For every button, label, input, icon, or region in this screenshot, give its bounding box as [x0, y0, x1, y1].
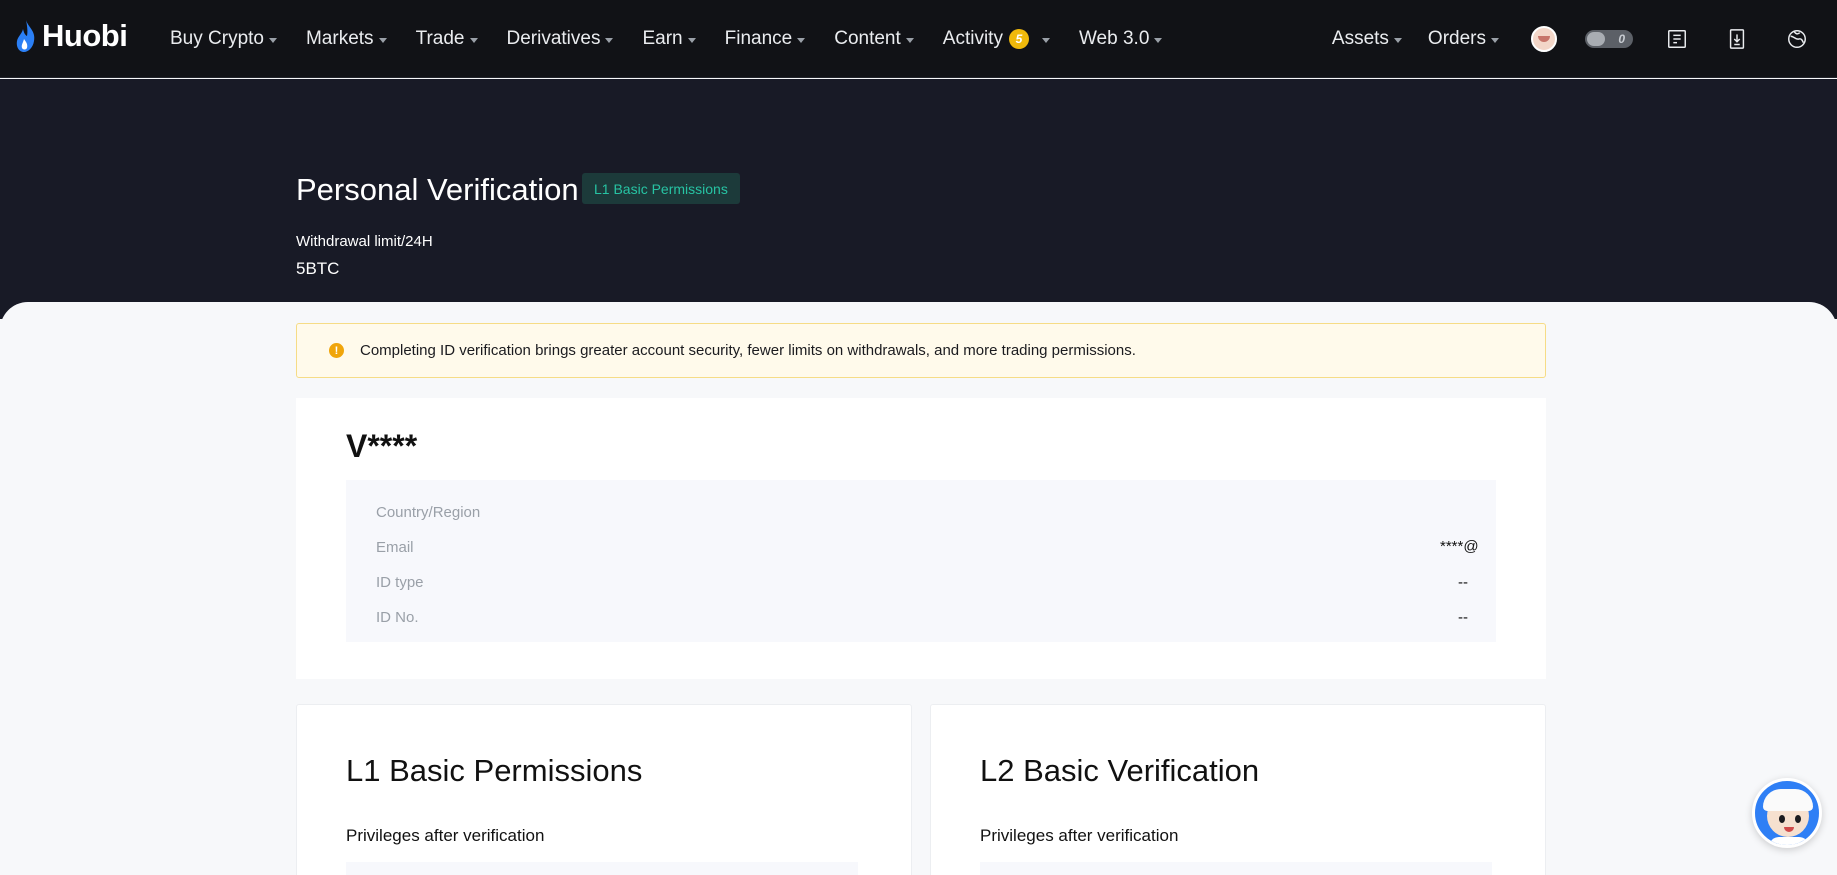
menu-earn[interactable]: Earn [642, 28, 696, 50]
caret-down-icon [1491, 37, 1499, 43]
logo-text: Huobi [42, 18, 128, 53]
download-icon[interactable] [1725, 27, 1749, 51]
identity-info-panel: Country/Region Email ****@ ID type -- ID… [346, 480, 1496, 642]
customer-support-avatar-icon[interactable] [1752, 778, 1822, 848]
menu-activity[interactable]: Activity 5 [943, 28, 1050, 50]
toggle-value: 0 [1618, 32, 1625, 46]
info-row-country: Country/Region [376, 500, 1468, 524]
username: V**** [346, 428, 418, 464]
page-title: Personal Verification [296, 172, 579, 207]
caret-down-icon [687, 37, 696, 43]
menu-finance[interactable]: Finance [725, 28, 806, 50]
menu-label: Derivatives [506, 28, 601, 49]
menu-label: Earn [642, 28, 683, 49]
menu-content[interactable]: Content [834, 28, 914, 50]
warning-icon: ! [329, 343, 344, 358]
menu-label: Web 3.0 [1078, 28, 1150, 49]
info-row-id-type: ID type -- [376, 570, 1468, 594]
language-icon[interactable] [1785, 27, 1809, 51]
level-card-l2: L2 Basic Verification Privileges after v… [930, 704, 1546, 875]
toggle-knob [1587, 32, 1605, 46]
privileges-panel [346, 862, 858, 875]
menu-markets[interactable]: Markets [306, 28, 387, 50]
menu-label: Content [834, 28, 901, 49]
flame-logo-icon [16, 20, 35, 52]
menu-label: Orders [1427, 28, 1486, 49]
activity-count-badge: 5 [1008, 29, 1029, 49]
privileges-panel [980, 862, 1492, 875]
caret-down-icon [905, 37, 914, 43]
support-eye [1795, 815, 1801, 823]
info-value: ****@ [1440, 538, 1479, 555]
menu-buy-crypto[interactable]: Buy Crypto [170, 28, 277, 50]
menu-label: Activity [942, 28, 1003, 49]
privileges-heading: Privileges after verification [346, 826, 545, 845]
caret-down-icon [1393, 37, 1402, 43]
caret-down-icon [797, 37, 806, 43]
info-label: ID type [376, 573, 424, 591]
menu-derivatives[interactable]: Derivatives [507, 28, 614, 50]
huobi-logo[interactable]: Huobi [14, 18, 128, 54]
menu-label: Finance [724, 28, 793, 49]
caret-down-icon [378, 37, 387, 43]
info-value: -- [1458, 573, 1468, 591]
level-card-l1: L1 Basic Permissions Privileges after ve… [296, 704, 912, 875]
notes-icon[interactable] [1665, 27, 1689, 51]
menu-label: Markets [305, 28, 374, 49]
menu-orders[interactable]: Orders [1428, 28, 1499, 50]
info-label: ID No. [376, 608, 419, 626]
menu-web3[interactable]: Web 3.0 [1078, 28, 1163, 50]
info-label: Email [376, 538, 414, 556]
info-row-email: Email ****@ [376, 535, 1479, 559]
toggle-switch[interactable]: 0 [1585, 30, 1633, 48]
hero-section: Personal Verification L1 Basic Permissio… [0, 79, 1837, 319]
menu-trade[interactable]: Trade [416, 28, 478, 50]
level-title: L1 Basic Permissions [346, 753, 643, 788]
menu-label: Buy Crypto [170, 28, 264, 49]
main-menu: Buy Crypto Markets Trade Derivatives Ear… [170, 0, 1191, 78]
notice-text: Completing ID verification brings greate… [360, 342, 1136, 359]
verification-notice: ! Completing ID verification brings grea… [296, 323, 1546, 378]
support-eye [1779, 815, 1785, 823]
menu-assets[interactable]: Assets [1332, 28, 1402, 50]
menu-label: Assets [1331, 28, 1389, 49]
info-row-id-no: ID No. -- [376, 605, 1468, 629]
support-hair [1763, 789, 1813, 811]
caret-down-icon [1041, 37, 1050, 43]
withdrawal-limit-value: 5BTC [296, 259, 340, 278]
info-value: -- [1458, 608, 1468, 626]
caret-down-icon [605, 37, 614, 43]
top-navigation: Huobi Buy Crypto Markets Trade Derivativ… [0, 0, 1837, 78]
user-avatar-icon[interactable] [1531, 26, 1557, 52]
caret-down-icon [1154, 37, 1163, 43]
caret-down-icon [469, 37, 478, 43]
withdrawal-limit-label: Withdrawal limit/24H [296, 233, 433, 250]
right-navigation: Assets Orders 0 [1332, 0, 1837, 78]
info-label: Country/Region [376, 503, 481, 521]
caret-down-icon [268, 37, 277, 43]
privileges-heading: Privileges after verification [980, 826, 1179, 845]
menu-label: Trade [415, 28, 465, 49]
identity-card: V**** Country/Region Email ****@ ID type… [296, 398, 1546, 679]
level-title: L2 Basic Verification [980, 753, 1260, 788]
level-badge: L1 Basic Permissions [582, 173, 740, 204]
